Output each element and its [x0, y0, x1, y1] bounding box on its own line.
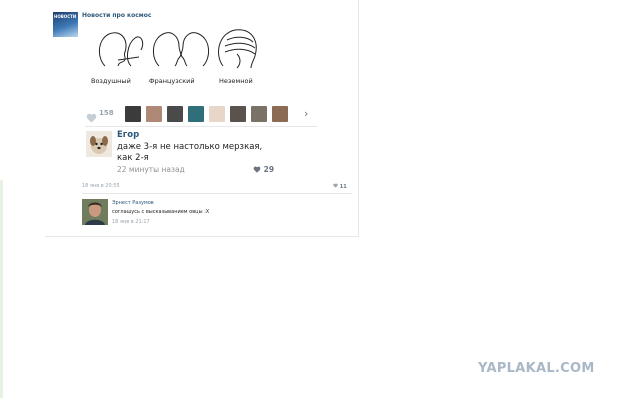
post-card: НОВОСТИ Новости про космос Воздушный Фра… — [45, 0, 359, 237]
post-image[interactable]: Воздушный Французский Неземной — [91, 26, 271, 98]
caption-air: Воздушный — [91, 77, 131, 85]
reply-text: соглашусь с высказыванием овцы :X — [112, 209, 210, 215]
caption-unearthly: Неземной — [219, 77, 253, 85]
comment-author-link[interactable]: Егор — [117, 130, 139, 140]
group-avatar-text: НОВОСТИ — [54, 14, 77, 19]
comment-time-link[interactable]: 22 минуты назад — [117, 165, 185, 174]
commenter-avatar[interactable] — [86, 131, 112, 157]
comment-text: даже 3-я не настолько мерзкая, как 2-я — [117, 142, 263, 163]
left-edge-sliver — [0, 180, 3, 398]
kiss-illustration — [99, 29, 257, 69]
liker-avatar[interactable] — [251, 106, 267, 122]
liker-avatar[interactable] — [167, 106, 183, 122]
likes-count: 158 — [99, 109, 114, 117]
group-name-link[interactable]: Новости про космос — [82, 12, 151, 19]
comment-like-button[interactable]: 29 — [253, 165, 274, 174]
like-button[interactable] — [86, 108, 97, 127]
caption-french: Французский — [149, 77, 195, 85]
site-watermark: YAPLAKAL.COM — [478, 361, 595, 376]
heart-icon — [253, 166, 261, 173]
reply-comment: Эрнест Разумов соглашусь с высказыванием… — [82, 199, 352, 229]
reply-author-avatar[interactable] — [82, 199, 108, 225]
divider — [85, 126, 317, 127]
post-like-count: 11 — [339, 184, 347, 190]
heart-icon — [86, 113, 97, 123]
liker-avatar[interactable] — [272, 106, 288, 122]
group-avatar[interactable]: НОВОСТИ — [53, 12, 78, 37]
liker-avatar[interactable] — [230, 106, 246, 122]
person-avatar-icon — [82, 199, 108, 225]
comment-like-count: 29 — [263, 165, 275, 174]
post-like-button[interactable]: 11 — [333, 183, 347, 190]
liker-avatar[interactable] — [209, 106, 225, 122]
reply-time-link[interactable]: 18 янв в 21:17 — [112, 219, 150, 225]
post-date-link[interactable]: 18 янв в 20:55 — [82, 183, 120, 189]
liker-avatar[interactable] — [188, 106, 204, 122]
divider — [82, 193, 352, 194]
likes-row: 158 › — [86, 106, 308, 123]
heart-icon — [333, 183, 338, 188]
liker-avatar[interactable] — [125, 106, 141, 122]
top-comment: Егор даже 3-я не настолько мерзкая, как … — [86, 130, 318, 178]
dog-avatar-icon — [86, 131, 112, 157]
reply-author-link[interactable]: Эрнест Разумов — [112, 200, 154, 206]
liker-avatar[interactable] — [146, 106, 162, 122]
chevron-right-icon[interactable]: › — [304, 107, 308, 120]
